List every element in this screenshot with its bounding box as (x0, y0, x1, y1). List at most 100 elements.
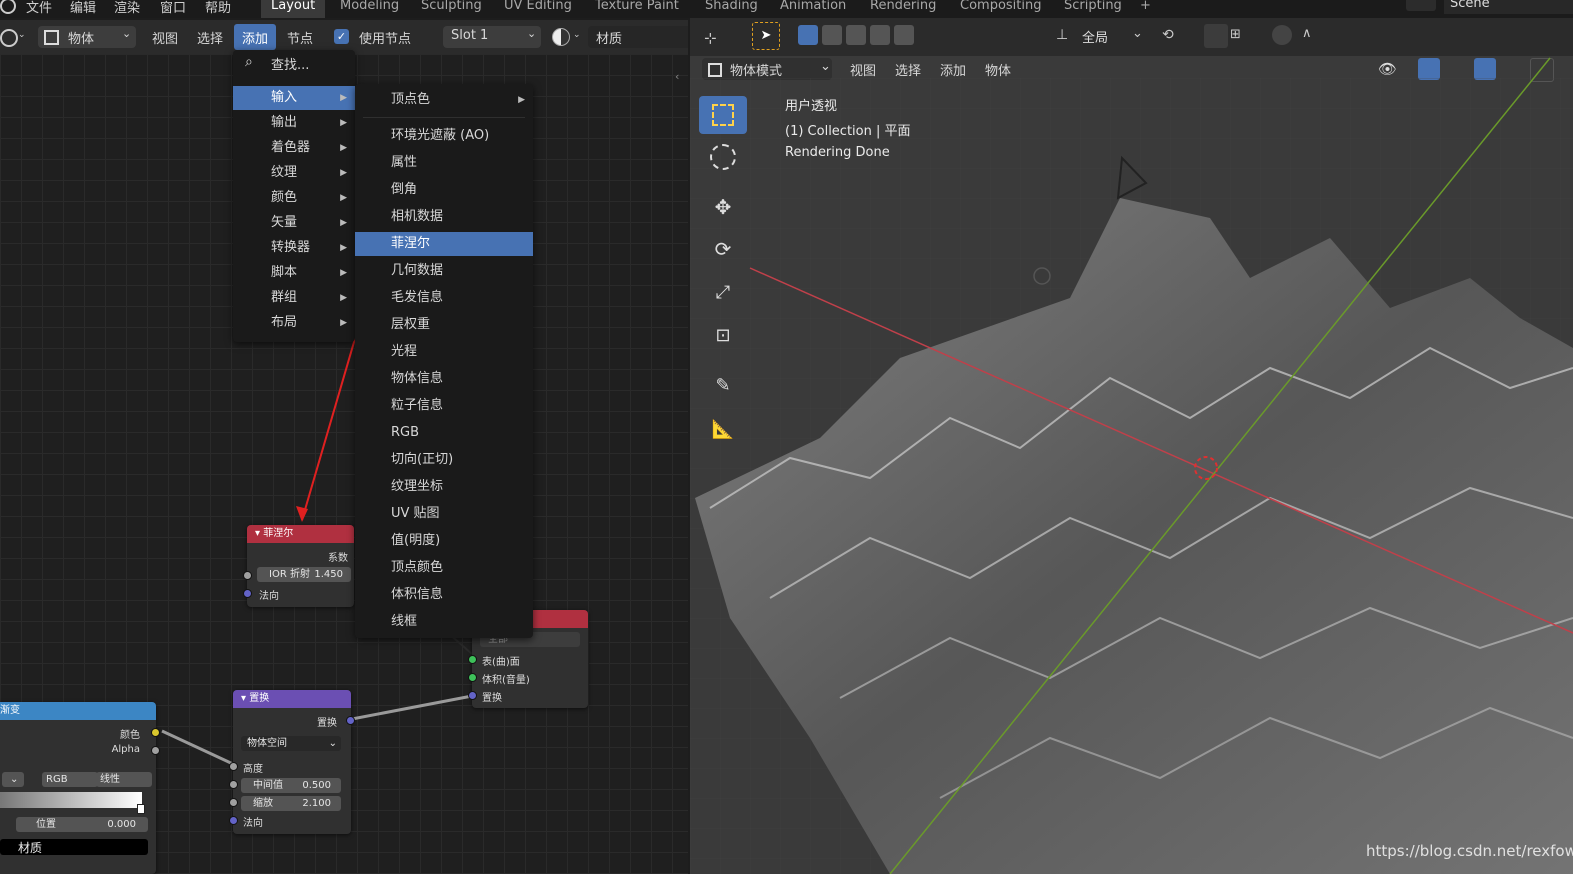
midlevel-field[interactable]: 中间值 0.500 (241, 778, 341, 793)
rotate-tool-icon[interactable]: ⟳ (699, 230, 747, 268)
chevron-down-icon[interactable]: ⌄ (18, 30, 26, 40)
slot-dropdown[interactable]: Slot 1 ⌄ (443, 26, 541, 48)
scale-socket[interactable] (229, 798, 238, 807)
menu-item-object-info[interactable]: 物体信息 (355, 367, 533, 391)
midlevel-socket[interactable] (229, 780, 238, 789)
fresnel-normal-socket[interactable] (243, 589, 252, 598)
tab-shading[interactable]: Shading (695, 0, 768, 18)
menu-window[interactable]: 窗口 (160, 0, 186, 16)
ramp-stop-handle[interactable] (137, 804, 145, 814)
menu-add[interactable]: 添加 (242, 28, 268, 47)
chevron-left-icon[interactable]: ‹ (675, 70, 679, 83)
menu-item-value[interactable]: 值(明度) (355, 529, 533, 553)
use-nodes-checkbox[interactable]: ✓ (334, 29, 349, 44)
space-dropdown[interactable]: 物体空间 ⌄ (241, 736, 341, 751)
menu-item-vector[interactable]: 矢量 ▶ (233, 211, 355, 235)
cursor-tool-icon[interactable] (699, 138, 747, 176)
menu-item-group[interactable]: 群组 ▶ (233, 286, 355, 310)
ramp-mode-dropdown[interactable]: ⌄ (2, 772, 24, 787)
menu-item-layout[interactable]: 布局 ▶ (233, 311, 355, 335)
menu-item-particle-info[interactable]: 粒子信息 (355, 394, 533, 418)
move-tool-icon[interactable]: ✥ (699, 188, 747, 226)
disp-normal-socket[interactable] (229, 816, 238, 825)
blender-logo-icon[interactable] (0, 0, 16, 14)
menu-select[interactable]: 选择 (197, 28, 223, 47)
tab-uv-editing[interactable]: UV Editing (494, 0, 582, 18)
tab-texture-paint[interactable]: Texture Paint (585, 0, 689, 18)
menu-item-shader[interactable]: 着色器 ▶ (233, 136, 355, 160)
menu-render[interactable]: 渲染 (114, 0, 140, 16)
scale-field[interactable]: 缩放 2.100 (241, 796, 341, 811)
ramp-interp-dropdown[interactable]: 线性 (96, 772, 152, 787)
fresnel-header[interactable]: ▾ 菲涅尔 (247, 525, 354, 543)
menu-item-camera-data[interactable]: 相机数据 (355, 205, 533, 229)
menu-file[interactable]: 文件 (26, 0, 52, 16)
menu-view[interactable]: 视图 (152, 28, 178, 47)
height-socket[interactable] (229, 762, 238, 771)
menu-node[interactable]: 节点 (287, 28, 313, 47)
volume-socket[interactable] (468, 673, 477, 682)
annotate-tool-icon[interactable]: ✎ (699, 366, 747, 404)
surface-socket[interactable] (468, 655, 477, 664)
menu-item-hair-info[interactable]: 毛发信息 (355, 286, 533, 310)
tab-compositing[interactable]: Compositing (950, 0, 1052, 18)
menu-item-vertex-color-2[interactable]: 顶点颜色 (355, 556, 533, 580)
displacement-node[interactable]: ▾ 置换 置换 物体空间 ⌄ 高度 中间值 0.500 缩放 2.100 法向 (229, 690, 355, 834)
scene-name[interactable]: Scene (1444, 0, 1573, 14)
ior-field[interactable]: IOR 折射 1.450 (257, 567, 351, 582)
menu-item-wireframe[interactable]: 线框 (355, 610, 533, 634)
ior-socket[interactable] (243, 571, 252, 580)
material-name-field[interactable]: 材质 (588, 26, 688, 48)
menu-item-uv-map[interactable]: UV 贴图 (355, 502, 533, 526)
menu-item-tangent[interactable]: 切向(正切) (355, 448, 533, 472)
color-ramp-node[interactable]: 渐变 颜色 Alpha ⌄ RGB 线性 位置 0.000 材质 (0, 702, 160, 874)
fresnel-node[interactable]: ▾ 菲涅尔 系数 IOR 折射 1.450 法向 (243, 525, 354, 607)
menu-item-input[interactable]: 输入 ▶ (233, 86, 355, 110)
output-alpha-socket[interactable] (151, 746, 160, 755)
menu-search[interactable]: 查找... (271, 54, 309, 73)
tab-modeling[interactable]: Modeling (330, 0, 409, 18)
ramp-position-field[interactable]: 位置 0.000 (16, 817, 148, 832)
menu-item-color[interactable]: 颜色 ▶ (233, 186, 355, 210)
scene-icon[interactable] (1406, 0, 1436, 11)
scale-tool-icon[interactable]: ⤢ (699, 273, 747, 311)
menu-item-attribute[interactable]: 属性 (355, 151, 533, 175)
menu-item-light-path[interactable]: 光程 (355, 340, 533, 364)
add-workspace-button[interactable]: + (1130, 0, 1161, 18)
object-type-dropdown[interactable]: 物体 ⌄ (38, 26, 136, 48)
menu-item-texture-coordinate[interactable]: 纹理坐标 (355, 475, 533, 499)
menu-item-script[interactable]: 脚本 ▶ (233, 261, 355, 285)
color-ramp-header[interactable]: 渐变 (0, 702, 156, 720)
3d-viewport[interactable]: ⊹ ➤ ⊥ 全局 ⌄ ⟲ ⊞ ∧ 物体模式 ⌄ 视图 选择 添加 物体 👁 ✥ … (690, 18, 1573, 874)
output-color-socket[interactable] (151, 728, 160, 737)
displacement-output-socket[interactable] (346, 716, 355, 725)
editor-type-icon[interactable] (0, 29, 18, 47)
menu-item-output[interactable]: 输出 ▶ (233, 111, 355, 135)
tab-sculpting[interactable]: Sculpting (411, 0, 492, 18)
menu-item-converter[interactable]: 转换器 ▶ (233, 236, 355, 260)
menu-item-texture[interactable]: 纹理 ▶ (233, 161, 355, 185)
measure-tool-icon[interactable]: 📐 (699, 410, 747, 448)
menu-item-volume-info[interactable]: 体积信息 (355, 583, 533, 607)
chevron-down-icon[interactable]: ⌄ (573, 30, 581, 40)
select-box-tool-icon[interactable] (699, 96, 747, 134)
menu-item-rgb[interactable]: RGB (355, 421, 533, 445)
menu-edit[interactable]: 编辑 (70, 0, 96, 16)
menu-item-ao[interactable]: 环境光遮蔽 (AO) (355, 124, 533, 148)
material-browse-icon[interactable] (552, 28, 570, 46)
menu-item-bevel[interactable]: 倒角 (355, 178, 533, 202)
menu-item-vertex-color[interactable]: 顶点色 ▶ (355, 88, 533, 112)
ramp-color-mode[interactable]: RGB (42, 772, 98, 787)
tab-layout[interactable]: Layout (261, 0, 326, 18)
node-editor-canvas[interactable]: ‹ 渐变 颜色 Alpha ⌄ RGB 线性 位置 0.000 材质 ▾ 菲涅尔… (0, 50, 688, 874)
transform-tool-icon[interactable]: ⊡ (699, 316, 747, 354)
tab-animation[interactable]: Animation (770, 0, 856, 18)
menu-item-fresnel[interactable]: 菲涅尔 (355, 232, 533, 256)
color-ramp-gradient[interactable] (0, 792, 142, 808)
displacement-header[interactable]: ▾ 置换 (233, 690, 351, 708)
tab-scripting[interactable]: Scripting (1054, 0, 1132, 18)
menu-item-geometry[interactable]: 几何数据 (355, 259, 533, 283)
displacement-input-socket[interactable] (468, 691, 477, 700)
tab-rendering[interactable]: Rendering (860, 0, 946, 18)
menu-item-layer-weight[interactable]: 层权重 (355, 313, 533, 337)
